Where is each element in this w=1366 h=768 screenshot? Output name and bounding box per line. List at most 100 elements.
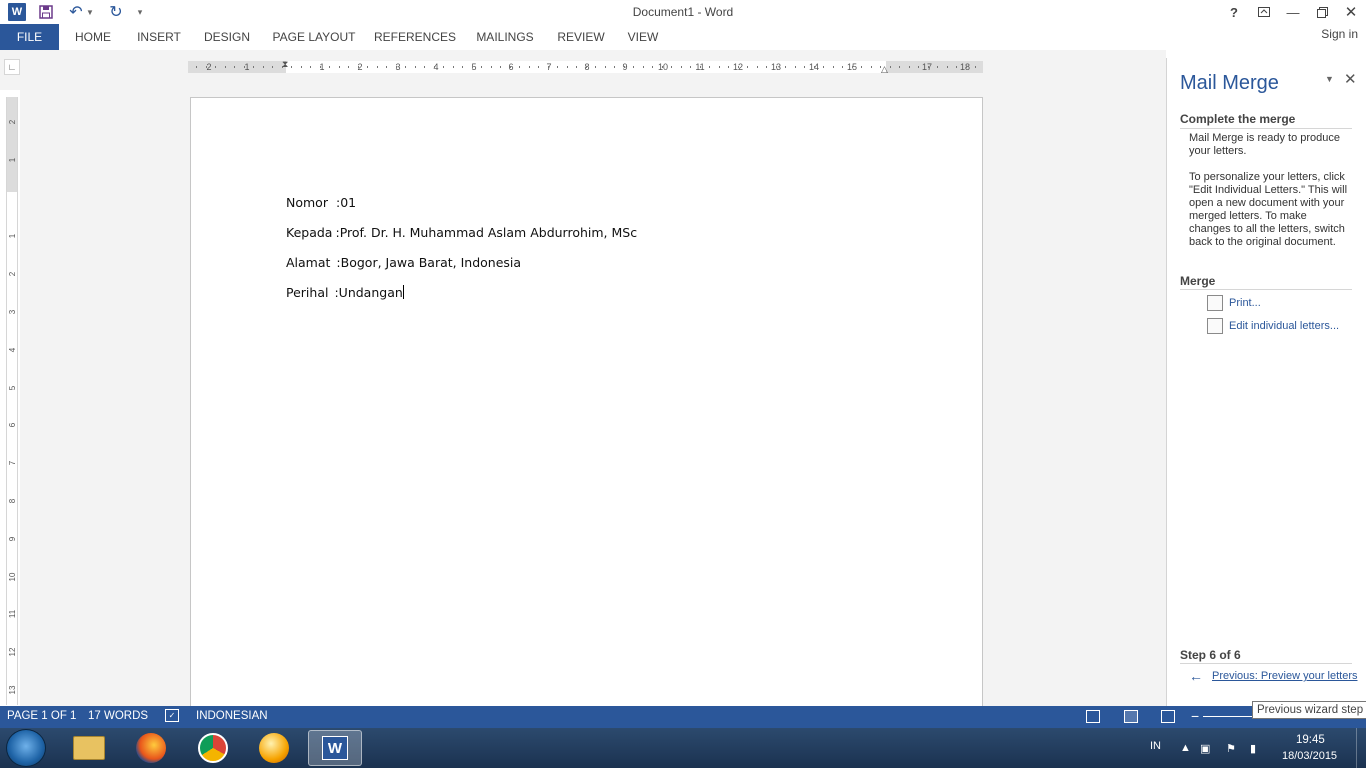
horizontal-ruler[interactable]: 211234567891011121314151718 ⧗ △ — [188, 59, 983, 75]
word-taskbar-icon[interactable]: W — [308, 730, 362, 766]
ruler-tick — [348, 66, 349, 68]
pane-options-icon[interactable]: ▼ — [1325, 74, 1334, 84]
sign-in-link[interactable]: Sign in — [1321, 27, 1358, 41]
tab-file[interactable]: FILE — [0, 24, 59, 50]
ruler-tick — [652, 66, 653, 68]
gom-player-icon[interactable] — [247, 730, 301, 766]
vertical-ruler-label: 1 — [8, 157, 17, 163]
ruler-tick — [633, 66, 634, 68]
ruler-label: 10 — [657, 62, 669, 72]
proofing-icon[interactable]: ✓ — [165, 709, 179, 722]
restore-icon[interactable] — [1310, 2, 1334, 22]
help-icon[interactable]: ? — [1222, 2, 1246, 22]
word-count[interactable]: 17 WORDS — [88, 710, 148, 722]
undo-dropdown-icon[interactable]: ▼ — [86, 2, 94, 22]
word-glyph: W — [322, 736, 348, 760]
ruler-tick — [291, 66, 292, 68]
vertical-ruler-label: 5 — [8, 385, 17, 391]
ruler-tick — [889, 66, 891, 68]
network-icon[interactable]: ▮ — [1250, 742, 1256, 755]
ruler-tick — [728, 66, 729, 68]
divider — [1180, 663, 1352, 664]
divider — [1180, 289, 1352, 290]
minimize-icon[interactable]: — — [1281, 2, 1305, 22]
document-page[interactable]: Nomor:01 Kepada:Prof. Dr. H. Muhammad As… — [190, 97, 983, 706]
ruler-tick — [262, 66, 264, 68]
ruler-tick — [595, 66, 596, 68]
clock-time[interactable]: 19:45 — [1296, 734, 1325, 746]
tab-home[interactable]: HOME — [62, 24, 124, 50]
show-desktop-button[interactable] — [1356, 728, 1366, 768]
ruler-tick — [405, 66, 406, 68]
ruler-tick — [775, 66, 777, 68]
print-icon[interactable] — [1207, 295, 1223, 311]
right-indent-marker[interactable]: △ — [881, 64, 888, 75]
tab-selector-icon[interactable]: ∟ — [4, 59, 20, 75]
tooltip: Previous wizard step — [1252, 701, 1366, 719]
tab-mailings[interactable]: MAILINGS — [470, 24, 540, 50]
tab-references[interactable]: REFERENCES — [374, 24, 456, 50]
input-language[interactable]: IN — [1150, 740, 1161, 752]
customize-toolbar-icon[interactable]: ▾ — [134, 2, 146, 22]
page-count[interactable]: PAGE 1 OF 1 — [7, 710, 76, 722]
print-link[interactable]: Print... — [1229, 297, 1261, 309]
ruler-tick — [851, 66, 853, 68]
action-center-flag-icon[interactable]: ⚑ — [1226, 742, 1236, 755]
ruler-tick — [471, 66, 473, 68]
ruler-tick — [424, 66, 425, 68]
previous-arrow-icon[interactable]: ← — [1189, 668, 1203, 684]
left-indent-marker[interactable]: ⧗ — [282, 59, 288, 70]
pane-close-icon[interactable]: ✕ — [1344, 70, 1357, 88]
file-explorer-icon[interactable] — [62, 730, 116, 766]
ruler-tick — [357, 66, 359, 68]
tab-design[interactable]: DESIGN — [197, 24, 257, 50]
ruler-tick — [813, 66, 815, 68]
print-layout-icon[interactable] — [1124, 710, 1138, 723]
undo-icon[interactable]: ↶ — [66, 2, 86, 22]
show-hidden-icons-icon[interactable]: ▲ — [1180, 742, 1191, 754]
tab-review[interactable]: REVIEW — [553, 24, 609, 50]
ruler-area: ∟ 211234567891011121314151718 ⧗ △ — [0, 50, 1166, 90]
ruler-tick — [376, 66, 378, 68]
edit-individual-letters-link[interactable]: Edit individual letters... — [1229, 320, 1339, 332]
save-icon[interactable] — [36, 2, 56, 22]
chrome-icon[interactable] — [186, 730, 240, 766]
ruler-tick — [842, 66, 843, 68]
ruler-tick — [861, 66, 862, 68]
firefox-icon[interactable] — [124, 730, 178, 766]
doc-line-alamat[interactable]: Alamat:Bogor, Jawa Barat, Indonesia — [286, 255, 521, 270]
ruler-tick — [623, 66, 625, 68]
line-label: Nomor — [286, 195, 328, 210]
ruler-tick — [756, 66, 758, 68]
edit-letters-icon[interactable] — [1207, 318, 1223, 334]
ruler-tick — [614, 66, 615, 68]
tab-view[interactable]: VIEW — [622, 24, 664, 50]
start-button[interactable] — [6, 729, 46, 767]
doc-line-perihal[interactable]: Perihal:Undangan — [286, 285, 404, 300]
doc-line-nomor[interactable]: Nomor:01 — [286, 195, 356, 210]
tab-page-layout[interactable]: PAGE LAYOUT — [268, 24, 360, 50]
device-icon[interactable]: ▣ — [1200, 742, 1210, 755]
clock-date[interactable]: 18/03/2015 — [1282, 750, 1337, 762]
ruler-tick — [253, 66, 254, 68]
language-indicator[interactable]: INDONESIAN — [196, 710, 268, 722]
ruler-tick — [870, 66, 872, 68]
title-bar: W ↶ ▼ ↻ ▾ Document1 - Word ? — ✕ — [0, 0, 1366, 24]
doc-line-kepada[interactable]: Kepada:Prof. Dr. H. Muhammad Aslam Abdur… — [286, 225, 637, 240]
vertical-ruler[interactable]: 2 1 1 2 3 4 5 6 7 8 9 10 11 12 13 — [6, 97, 18, 705]
redo-icon[interactable]: ↻ — [106, 2, 126, 22]
ruler-tick — [823, 66, 824, 68]
document-canvas: Nomor:01 Kepada:Prof. Dr. H. Muhammad As… — [20, 90, 1166, 706]
line-label: Perihal — [286, 285, 329, 300]
close-icon[interactable]: ✕ — [1339, 2, 1363, 22]
line-label: Alamat — [286, 255, 331, 270]
web-layout-icon[interactable] — [1161, 710, 1175, 723]
ruler-tick — [937, 66, 938, 68]
ribbon-display-options-icon[interactable] — [1252, 2, 1276, 22]
ruler-tick — [414, 66, 416, 68]
word-app-icon[interactable]: W — [8, 3, 26, 21]
previous-step-link[interactable]: Previous: Preview your letters — [1212, 670, 1360, 682]
zoom-out-icon[interactable]: − — [1191, 708, 1199, 724]
tab-insert[interactable]: INSERT — [130, 24, 188, 50]
read-mode-icon[interactable] — [1086, 710, 1100, 723]
